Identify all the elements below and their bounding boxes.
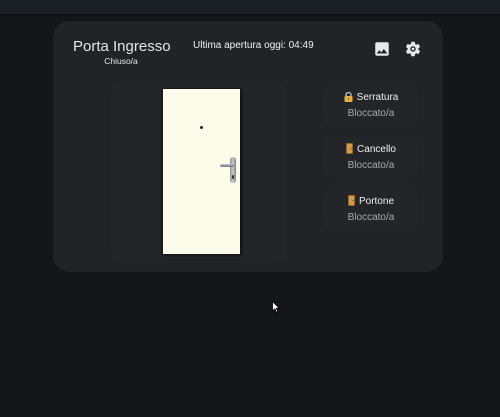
title-block[interactable]: Porta Ingresso Chiuso/a <box>73 38 171 66</box>
door-handle-plate <box>230 157 236 183</box>
status-label: Portone <box>358 196 395 207</box>
door-handle <box>220 164 234 167</box>
keyhole <box>232 175 234 179</box>
top-bar-shadow <box>0 14 500 17</box>
status-head-cancello: Cancello <box>323 143 419 157</box>
top-bar <box>0 0 500 14</box>
image-icon[interactable] <box>373 40 391 58</box>
peephole <box>200 126 203 129</box>
status-head-serratura: Serratura <box>323 91 419 105</box>
door-state: Chiuso/a <box>104 56 138 66</box>
status-label: Serratura <box>356 92 399 103</box>
status-value: Bloccato/a <box>347 212 395 223</box>
mouse-cursor-icon <box>272 300 281 313</box>
door-illustration <box>163 89 240 254</box>
padlock-icon <box>344 91 353 107</box>
gear-icon[interactable] <box>404 40 422 58</box>
status-value: Bloccato/a <box>347 160 395 171</box>
status-item-cancello[interactable]: Cancello Bloccato/a <box>323 135 419 179</box>
status-value: Bloccato/a <box>347 108 395 119</box>
status-item-serratura[interactable]: Serratura Bloccato/a <box>323 83 419 127</box>
status-head-portone: Portone <box>323 195 419 209</box>
door-card: Porta Ingresso Chiuso/a Ultima apertura … <box>53 21 443 272</box>
last-open-text: Ultima apertura oggi: 04:49 <box>193 40 314 51</box>
door-title: Porta Ingresso <box>73 38 171 55</box>
status-label: Cancello <box>357 144 396 155</box>
status-item-portone[interactable]: Portone Bloccato/a <box>323 187 419 231</box>
door-icon <box>346 143 353 159</box>
door-icon <box>348 195 355 211</box>
